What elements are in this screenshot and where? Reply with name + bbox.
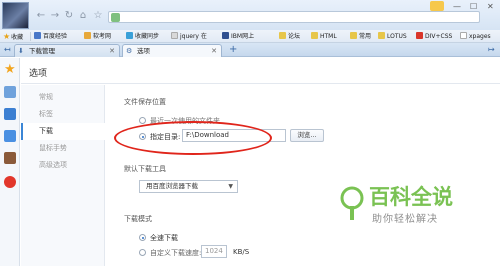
radio-button[interactable] bbox=[139, 249, 146, 256]
watermark-title: 百科全说 bbox=[369, 185, 453, 209]
radio-button[interactable] bbox=[139, 234, 146, 241]
bookmark-separator bbox=[30, 32, 31, 41]
radio-custom-speed[interactable]: 自定义下载速度: bbox=[139, 248, 201, 258]
home-icon[interactable]: ⌂ bbox=[78, 11, 88, 21]
tab-list-icon[interactable]: ↦ bbox=[488, 45, 495, 54]
weibo-icon[interactable] bbox=[4, 176, 16, 188]
watermark-logo-icon bbox=[340, 186, 364, 220]
close-tab-icon[interactable]: ✕ bbox=[211, 45, 217, 57]
radio-button[interactable] bbox=[139, 117, 146, 124]
bookmarks-bar: ★收藏 百度经验 软考网 收藏同步 jquery 在 IBM网上 论坛 HTML… bbox=[0, 30, 500, 43]
forward-icon[interactable]: → bbox=[50, 11, 60, 21]
baidu-icon bbox=[34, 32, 41, 39]
folder-icon bbox=[378, 32, 385, 39]
ibm-icon bbox=[222, 32, 229, 39]
favorites-star-icon: ★ bbox=[3, 32, 11, 41]
highlight-ellipse bbox=[114, 121, 272, 155]
bookmark-star-icon[interactable]: ☆ bbox=[93, 11, 103, 21]
download-icon: ⬇ bbox=[18, 47, 24, 55]
bookmark-item[interactable]: 百度经验 bbox=[34, 32, 67, 41]
watermark-subtitle: 助你轻松解决 bbox=[372, 214, 438, 225]
page-icon bbox=[460, 32, 467, 39]
nav-item-download[interactable]: 下载 bbox=[21, 123, 105, 140]
save-location-heading: 文件保存位置 bbox=[124, 98, 166, 106]
download-tool-select[interactable]: 用百度浏览器下载 ▼ bbox=[139, 180, 238, 193]
tab-back-icon[interactable]: ↤ bbox=[4, 45, 11, 54]
reload-icon[interactable]: ↻ bbox=[64, 11, 74, 21]
bookmark-item[interactable]: 软考网 bbox=[84, 32, 111, 41]
sync-icon bbox=[126, 32, 133, 39]
skin-icon[interactable] bbox=[430, 1, 444, 11]
bookmark-item[interactable]: IBM网上 bbox=[222, 32, 254, 41]
download-tool-heading: 默认下载工具 bbox=[124, 165, 166, 173]
minimize-button[interactable]: — bbox=[453, 2, 461, 11]
nav-item-advanced[interactable]: 高级选项 bbox=[21, 157, 105, 174]
page-header: 选项 bbox=[21, 58, 500, 84]
folder-icon bbox=[279, 32, 286, 39]
tab-download-manager[interactable]: ⬇ 下载管理 ✕ bbox=[14, 44, 120, 57]
chevron-down-icon: ▼ bbox=[228, 183, 233, 190]
address-bar[interactable] bbox=[108, 11, 480, 23]
download-mode-heading: 下载模式 bbox=[124, 215, 152, 223]
new-tab-button[interactable]: + bbox=[229, 45, 237, 55]
title-bar: ← → ↻ ⌂ ☆ — ☐ ✕ bbox=[0, 0, 500, 30]
maximize-button[interactable]: ☐ bbox=[470, 2, 477, 11]
speed-unit: KB/S bbox=[233, 248, 250, 256]
gear-icon: ⚙ bbox=[126, 47, 133, 55]
page-title: 选项 bbox=[29, 69, 48, 79]
download-sidebar-icon[interactable] bbox=[4, 130, 16, 142]
close-button[interactable]: ✕ bbox=[487, 2, 494, 11]
page-icon bbox=[416, 32, 423, 39]
bookmark-item[interactable]: 收藏同步 bbox=[126, 32, 159, 41]
bookmark-item[interactable]: 论坛 bbox=[279, 32, 300, 41]
watermark: 百科全说 助你轻松解决 bbox=[338, 184, 462, 240]
bookmark-item[interactable]: 常用 bbox=[350, 32, 371, 41]
folder-icon bbox=[84, 32, 91, 39]
speed-input[interactable]: 1024 bbox=[201, 245, 227, 258]
favorites-icon[interactable]: ★ bbox=[4, 63, 16, 76]
radio-full-speed[interactable]: 全速下载 bbox=[139, 233, 178, 243]
cloud-icon[interactable] bbox=[4, 86, 16, 98]
browse-button[interactable]: 浏览... bbox=[290, 129, 324, 142]
site-icon bbox=[111, 13, 120, 22]
tab-options[interactable]: ⚙ 选项 ✕ bbox=[122, 44, 222, 57]
sidebar-strip: ★ bbox=[0, 58, 20, 266]
avatar[interactable] bbox=[2, 2, 29, 29]
app-icon[interactable] bbox=[4, 108, 16, 120]
notes-icon[interactable] bbox=[4, 152, 16, 164]
folder-icon bbox=[311, 32, 318, 39]
bookmark-item[interactable]: DIV+CSS bbox=[416, 32, 452, 41]
bookmark-item[interactable]: xpages bbox=[460, 32, 491, 41]
nav-item-general[interactable]: 常规 bbox=[21, 89, 105, 106]
nav-item-tabs[interactable]: 标签 bbox=[21, 106, 105, 123]
bookmark-item[interactable]: LOTUS bbox=[378, 32, 407, 41]
back-icon[interactable]: ← bbox=[36, 11, 46, 21]
page-icon bbox=[171, 32, 178, 39]
bookmark-item[interactable]: HTML bbox=[311, 32, 337, 41]
options-nav: 常规 标签 下载 鼠标手势 高级选项 bbox=[21, 85, 105, 266]
close-tab-icon[interactable]: ✕ bbox=[109, 45, 115, 57]
bookmark-item[interactable]: jquery 在 bbox=[171, 32, 207, 41]
nav-item-mouse-gestures[interactable]: 鼠标手势 bbox=[21, 140, 105, 157]
folder-icon bbox=[350, 32, 357, 39]
favorites-menu[interactable]: ★收藏 bbox=[3, 32, 23, 41]
